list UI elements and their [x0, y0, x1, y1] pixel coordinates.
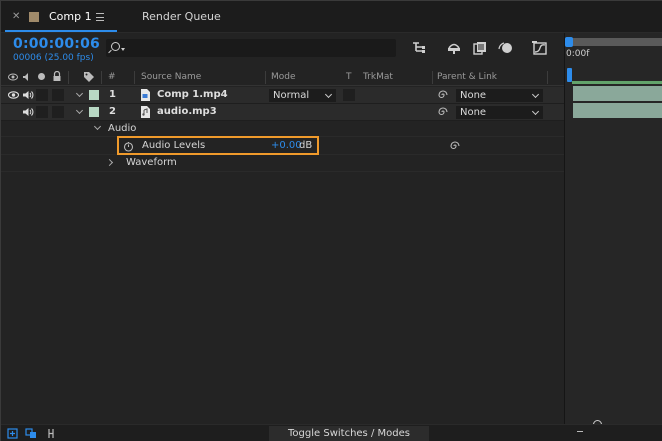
solo-toggle[interactable]	[36, 106, 48, 118]
ruler-start-label: 0:00f	[566, 49, 590, 59]
lock-icon[interactable]	[52, 70, 62, 85]
work-area-bar[interactable]	[572, 81, 662, 84]
audio-property-group[interactable]: Audio	[1, 121, 564, 137]
tab-comp-1[interactable]: Comp 1	[49, 1, 92, 33]
tab-bar: ✕ Comp 1 Render Queue	[1, 1, 662, 33]
pick-whip-icon[interactable]	[437, 89, 449, 104]
layer-label-swatch[interactable]	[89, 90, 99, 100]
tab-render-queue[interactable]: Render Queue	[142, 1, 221, 33]
speaker-icon[interactable]	[22, 107, 34, 120]
pick-whip-icon[interactable]	[437, 106, 449, 121]
motion-blur-icon[interactable]	[498, 40, 514, 56]
parent-value: None	[460, 107, 487, 118]
chevron-down-icon	[531, 107, 540, 116]
layer-number: 2	[109, 106, 116, 117]
video-file-icon	[140, 89, 150, 104]
chevron-down-icon	[531, 90, 540, 99]
parent-dropdown[interactable]: None	[456, 106, 543, 119]
close-icon[interactable]: ✕	[12, 12, 20, 22]
preserve-transparency-toggle[interactable]	[343, 89, 355, 101]
time-navigator[interactable]	[569, 38, 662, 46]
layer-column-header: # Source Name Mode T TrkMat Parent & Lin…	[1, 69, 564, 86]
layer-label-swatch[interactable]	[89, 107, 99, 117]
bottom-bar: Toggle Switches / Modes	[1, 424, 662, 441]
playhead[interactable]	[567, 68, 572, 82]
expand-chevron-icon[interactable]	[105, 158, 114, 167]
column-separator	[432, 71, 433, 84]
blend-mode-value: Normal	[273, 90, 310, 101]
solo-toggle[interactable]	[36, 89, 48, 101]
layer-number: 1	[109, 89, 116, 100]
eye-icon[interactable]	[7, 90, 20, 103]
column-separator	[134, 71, 135, 84]
chevron-down-icon	[121, 48, 125, 51]
column-source-name[interactable]: Source Name	[141, 72, 201, 82]
audio-group-label: Audio	[108, 123, 137, 134]
waveform-property[interactable]: Waveform	[1, 155, 564, 172]
audio-file-icon	[140, 106, 150, 121]
parent-dropdown[interactable]: None	[456, 89, 543, 102]
in-out-icon[interactable]	[45, 428, 57, 441]
panel-menu-icon[interactable]	[96, 13, 104, 21]
layer-1-bar[interactable]	[573, 86, 662, 101]
column-separator	[265, 71, 266, 84]
frame-rate-display: 00006 (25.00 fps)	[13, 53, 94, 63]
column-separator	[547, 71, 548, 84]
graph-editor-icon[interactable]	[532, 40, 548, 56]
waveform-label: Waveform	[126, 157, 177, 168]
shy-layers-icon[interactable]	[446, 40, 462, 56]
layer-search-input[interactable]	[106, 39, 396, 57]
current-time-display[interactable]: 0:00:00:06	[13, 36, 100, 52]
solo-icon[interactable]	[38, 73, 45, 80]
timeline-panel: ✕ Comp 1 Render Queue 0:00:00:06 00006 (…	[0, 0, 662, 441]
composition-flowchart-icon[interactable]	[411, 40, 427, 56]
expand-chevron-icon[interactable]	[75, 89, 84, 98]
label-tag-icon[interactable]	[83, 71, 95, 86]
timeline-area[interactable]: 0:00f	[564, 33, 662, 438]
lock-toggle[interactable]	[52, 89, 64, 101]
blend-mode-dropdown[interactable]: Normal	[269, 89, 336, 102]
column-separator	[101, 71, 102, 84]
column-t: T	[346, 72, 352, 82]
expand-chevron-icon[interactable]	[75, 106, 84, 115]
layer-switches-icon[interactable]	[7, 428, 18, 441]
toggle-switches-modes-button[interactable]: Toggle Switches / Modes	[269, 426, 429, 441]
column-separator	[68, 71, 69, 84]
active-tab-indicator	[5, 30, 117, 32]
speaker-icon[interactable]	[22, 90, 34, 103]
frame-blending-icon[interactable]	[472, 40, 488, 56]
search-icon	[111, 42, 120, 51]
column-parent-link: Parent & Link	[437, 72, 497, 82]
lock-toggle[interactable]	[52, 106, 64, 118]
navigator-start-handle[interactable]	[565, 37, 573, 47]
column-trkmat: TrkMat	[363, 72, 393, 82]
chevron-down-icon	[324, 90, 333, 99]
video-switch-icon[interactable]	[8, 72, 18, 85]
layer-row-2[interactable]: 2 audio.mp3 None	[1, 104, 564, 121]
audio-levels-highlight	[117, 136, 319, 155]
column-mode: Mode	[271, 72, 296, 82]
comp-color-swatch	[29, 12, 39, 22]
parent-value: None	[460, 90, 487, 101]
expand-chevron-icon[interactable]	[93, 122, 102, 131]
layer-2-bar[interactable]	[573, 103, 662, 118]
pick-whip-icon[interactable]	[449, 140, 461, 155]
layer-row-1[interactable]: 1 Comp 1.mp4 Normal None	[1, 87, 564, 104]
audio-switch-icon[interactable]	[22, 72, 32, 85]
zoom-out-icon[interactable]	[577, 431, 583, 432]
layer-name[interactable]: Comp 1.mp4	[157, 89, 228, 100]
layer-name[interactable]: audio.mp3	[157, 106, 217, 117]
column-num: #	[108, 72, 116, 82]
transfer-controls-icon[interactable]	[25, 428, 37, 441]
